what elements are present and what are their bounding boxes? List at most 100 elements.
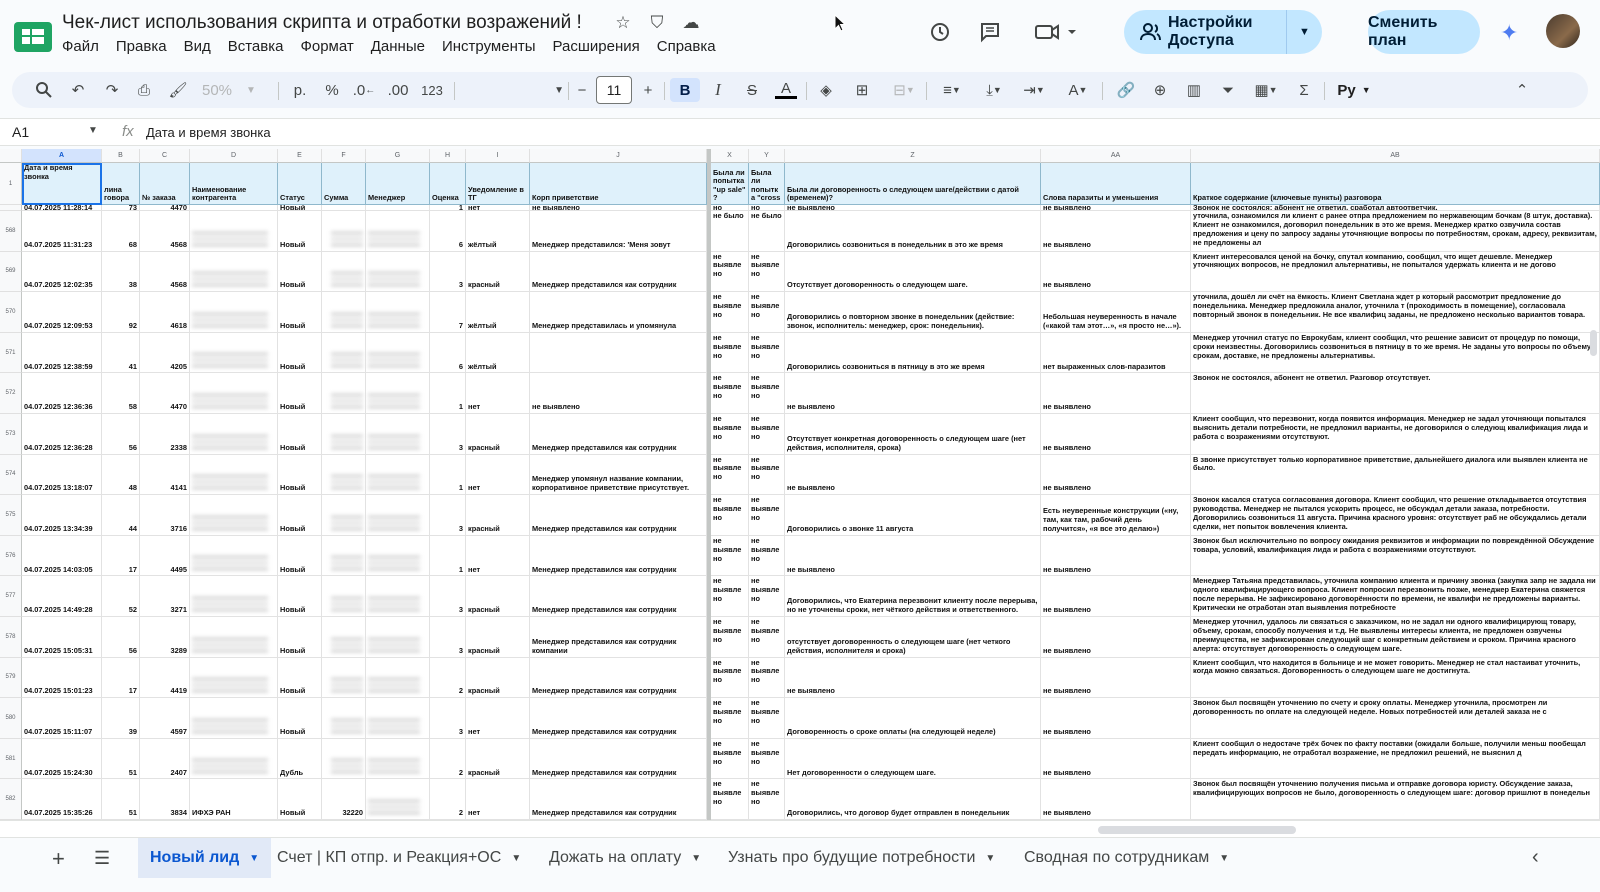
table-cell-d[interactable] [190,535,278,577]
table-cell-c[interactable]: 4597 [140,698,190,739]
table-cell-f[interactable] [322,657,366,699]
spreadsheet-grid[interactable]: A B C D E F G H I J X Y Z AA AB 1 Дата и время звонка лин… [0,149,1600,837]
avatar[interactable] [1546,14,1580,48]
document-title[interactable]: Чек-лист использования скрипта и отработ… [62,12,582,34]
table-cell-x[interactable]: не выявле но [711,657,749,699]
table-cell-y[interactable]: не выявле но [749,332,785,374]
redo-icon[interactable]: ↷ [100,78,124,102]
horizontal-align-icon[interactable]: ≡ ▼ [934,78,970,102]
table-cell-d[interactable] [190,576,278,617]
table-cell-ab[interactable]: Звонок был посвящён уточнению получения … [1191,779,1600,820]
table-cell-j[interactable]: Менеджер представился как сотрудник комп… [530,617,707,658]
table-cell-ab[interactable]: В звонке присутствует только корпоративн… [1191,454,1600,496]
table-cell-j[interactable]: Менеджер представился как сотрудник [530,698,707,739]
borders-icon[interactable]: ⊞ [850,78,874,102]
table-cell-h[interactable]: 1 [430,454,466,496]
row-header[interactable]: 571 [0,332,22,374]
table-cell-ab[interactable]: Клиент интересовался ценой на бочку, спу… [1191,251,1600,293]
table-cell-z[interactable]: Договорились созвониться в понедельник в… [785,211,1041,252]
table-cell-z[interactable]: Отсутствует договоренность о следующем ш… [785,251,1041,293]
table-cell-y[interactable]: не было [749,211,785,252]
table-cell-d[interactable] [190,414,278,455]
table-cell-j[interactable]: Менеджер представился как сотрудник [530,535,707,577]
column-header[interactable]: Z [785,149,1041,163]
name-box-dropdown-icon[interactable]: ▼ [88,125,98,136]
tab-invoice-kp[interactable]: Счет | КП отпр. и Реакция+ОС ▼ [277,838,521,878]
table-cell-e[interactable]: Новый [278,535,322,577]
table-cell-e[interactable]: Новый [278,657,322,699]
vertical-scroll-thumb[interactable] [1590,330,1597,356]
table-cell-aa[interactable]: не выявлено [1041,211,1191,252]
table-cell-i[interactable]: красный [466,251,530,293]
row-header[interactable]: 573 [0,414,22,455]
table-cell-ab[interactable]: Звонок не состоялся, абонент не ответил.… [1191,373,1600,414]
table-cell-i[interactable]: жёлтый [466,332,530,374]
table-cell-b[interactable]: 17 [102,535,140,577]
table-cell-f[interactable] [322,698,366,739]
column-header[interactable]: F [322,149,366,163]
table-cell-x[interactable]: не выявле но [711,576,749,617]
table-cell-d[interactable] [190,698,278,739]
table-cell-j[interactable]: Менеджер представился как сотрудник [530,251,707,293]
header-cell-e[interactable]: Статус [278,163,322,205]
table-cell-a[interactable]: 04.07.2025 12:36:36 [22,373,102,414]
table-cell-i[interactable]: жёлтый [466,292,530,333]
row-header[interactable]: 582 [0,779,22,820]
table-cell-d[interactable] [190,251,278,293]
table-cell-a[interactable]: 04.07.2025 12:36:28 [22,414,102,455]
table-cell-x[interactable]: не выявле но [711,373,749,414]
table-cell-d[interactable] [190,211,278,252]
header-cell-j[interactable]: Корп приветствие [530,163,707,205]
increase-font-size-icon[interactable]: + [636,78,660,102]
table-cell-i[interactable]: красный [466,738,530,780]
row-header[interactable]: 568 [0,211,22,252]
horizontal-scrollbar[interactable] [0,820,1600,837]
table-cell-i[interactable]: нет [466,535,530,577]
table-cell-g[interactable] [366,211,430,252]
print-icon[interactable]: ⎙ [132,78,156,102]
table-cell-c[interactable]: 4205 [140,332,190,374]
table-cell-j[interactable]: Менеджер представился как сотрудник [530,414,707,455]
table-cell-a[interactable]: 04.07.2025 15:05:31 [22,617,102,658]
header-cell-aa[interactable]: Слова паразиты и уменьшения [1041,163,1191,205]
tab-menu-icon[interactable]: ▼ [691,853,701,864]
row-header[interactable]: 579 [0,657,22,699]
table-cell-f[interactable] [322,576,366,617]
column-header[interactable]: H [430,149,466,163]
column-header[interactable]: B [102,149,140,163]
table-cell-j[interactable]: Менеджер представился как сотрудник [530,738,707,780]
table-cell-x[interactable]: не выявле но [711,332,749,374]
tab-employee-summary[interactable]: Сводная по сотрудникам ▼ [1024,838,1229,878]
row-header[interactable]: 577 [0,576,22,617]
table-cell-z[interactable]: Договоренность о сроке оплаты (на следую… [785,698,1041,739]
table-cell-c[interactable]: 3716 [140,495,190,536]
column-header[interactable]: X [711,149,749,163]
row-header[interactable]: 575 [0,495,22,536]
table-cell-z[interactable]: не выявлено [785,373,1041,414]
table-cell-d[interactable] [190,617,278,658]
table-cell-g[interactable] [366,251,430,293]
row-header[interactable]: 581 [0,738,22,780]
table-cell-f[interactable] [322,495,366,536]
row-header[interactable]: 574 [0,454,22,496]
table-cell-y[interactable]: не выявле но [749,495,785,536]
version-history-icon[interactable] [926,18,954,46]
frozen-column-divider[interactable] [707,149,711,837]
table-cell-aa[interactable]: не выявлено [1041,617,1191,658]
insert-link-icon[interactable]: 🔗 [1114,78,1138,102]
table-cell-ab[interactable]: Клиент сообщил, что перезвонит, когда по… [1191,414,1600,455]
table-cell-x[interactable]: не выявле но [711,292,749,333]
table-cell-j[interactable]: Менеджер представился как сотрудник [530,779,707,820]
table-cell-g[interactable] [366,414,430,455]
table-cell-d[interactable] [190,292,278,333]
table-cell-ab[interactable]: Звонок касался статуса согласования дого… [1191,495,1600,536]
table-cell-ab[interactable]: Звонок был исключительно по вопросу ожид… [1191,535,1600,577]
table-cell-i[interactable]: красный [466,657,530,699]
table-cell-a[interactable]: 04.07.2025 11:31:23 [22,211,102,252]
table-cell-e[interactable]: Новый [278,373,322,414]
table-cell-y[interactable]: не выявле но [749,617,785,658]
header-cell-d[interactable]: Наименование контрагента [190,163,278,205]
table-cell-b[interactable]: 51 [102,779,140,820]
table-cell-z[interactable]: не выявлено [785,535,1041,577]
table-cell-h[interactable]: 6 [430,332,466,374]
